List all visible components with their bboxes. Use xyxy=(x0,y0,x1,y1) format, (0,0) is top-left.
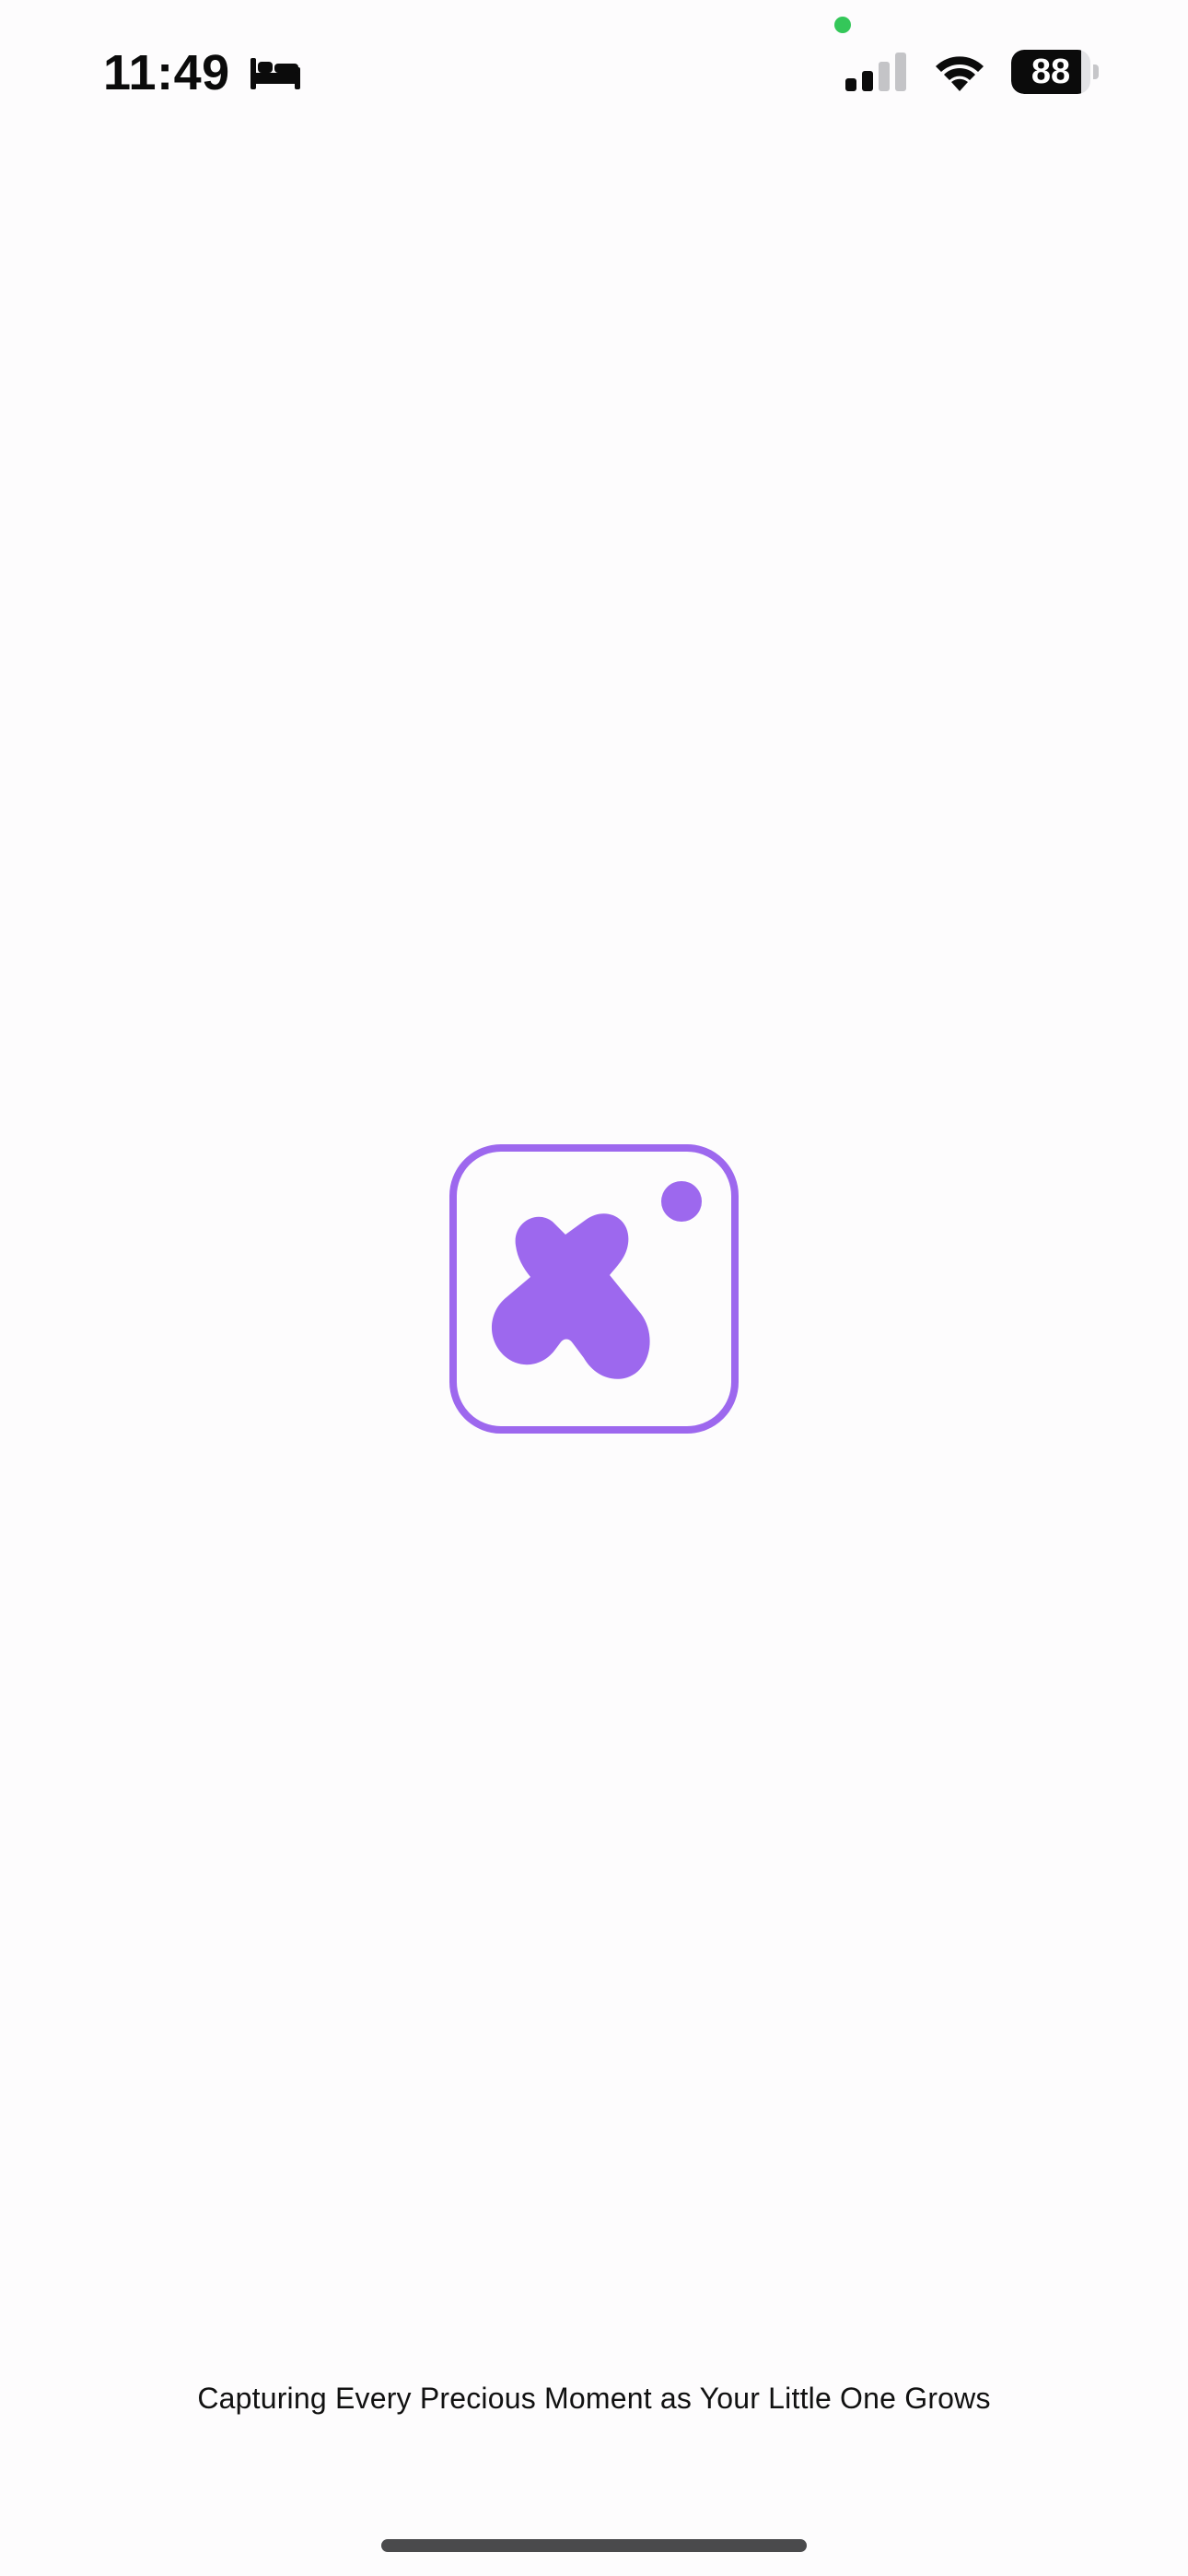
status-time-group: 11:49 xyxy=(103,41,302,105)
microphone-indicator-icon xyxy=(834,17,851,33)
status-time: 11:49 xyxy=(103,45,230,100)
cellular-signal-icon xyxy=(845,53,906,91)
battery-cap xyxy=(1093,64,1099,79)
bed-icon xyxy=(250,58,300,89)
app-logo-icon xyxy=(449,1144,739,1434)
battery-icon: 88 xyxy=(1011,50,1100,94)
home-indicator[interactable] xyxy=(381,2539,807,2552)
wifi-icon xyxy=(936,56,984,91)
status-indicators: 88 xyxy=(844,44,1100,100)
battery-percentage: 88 xyxy=(1031,53,1071,91)
battery-body: 88 xyxy=(1011,50,1090,94)
status-bar: 11:49 88 xyxy=(0,0,1188,129)
tagline: Capturing Every Precious Moment as Your … xyxy=(197,2382,991,2415)
splash-screen: 11:49 88 Capturing Every Precious Moment… xyxy=(0,0,1188,2576)
